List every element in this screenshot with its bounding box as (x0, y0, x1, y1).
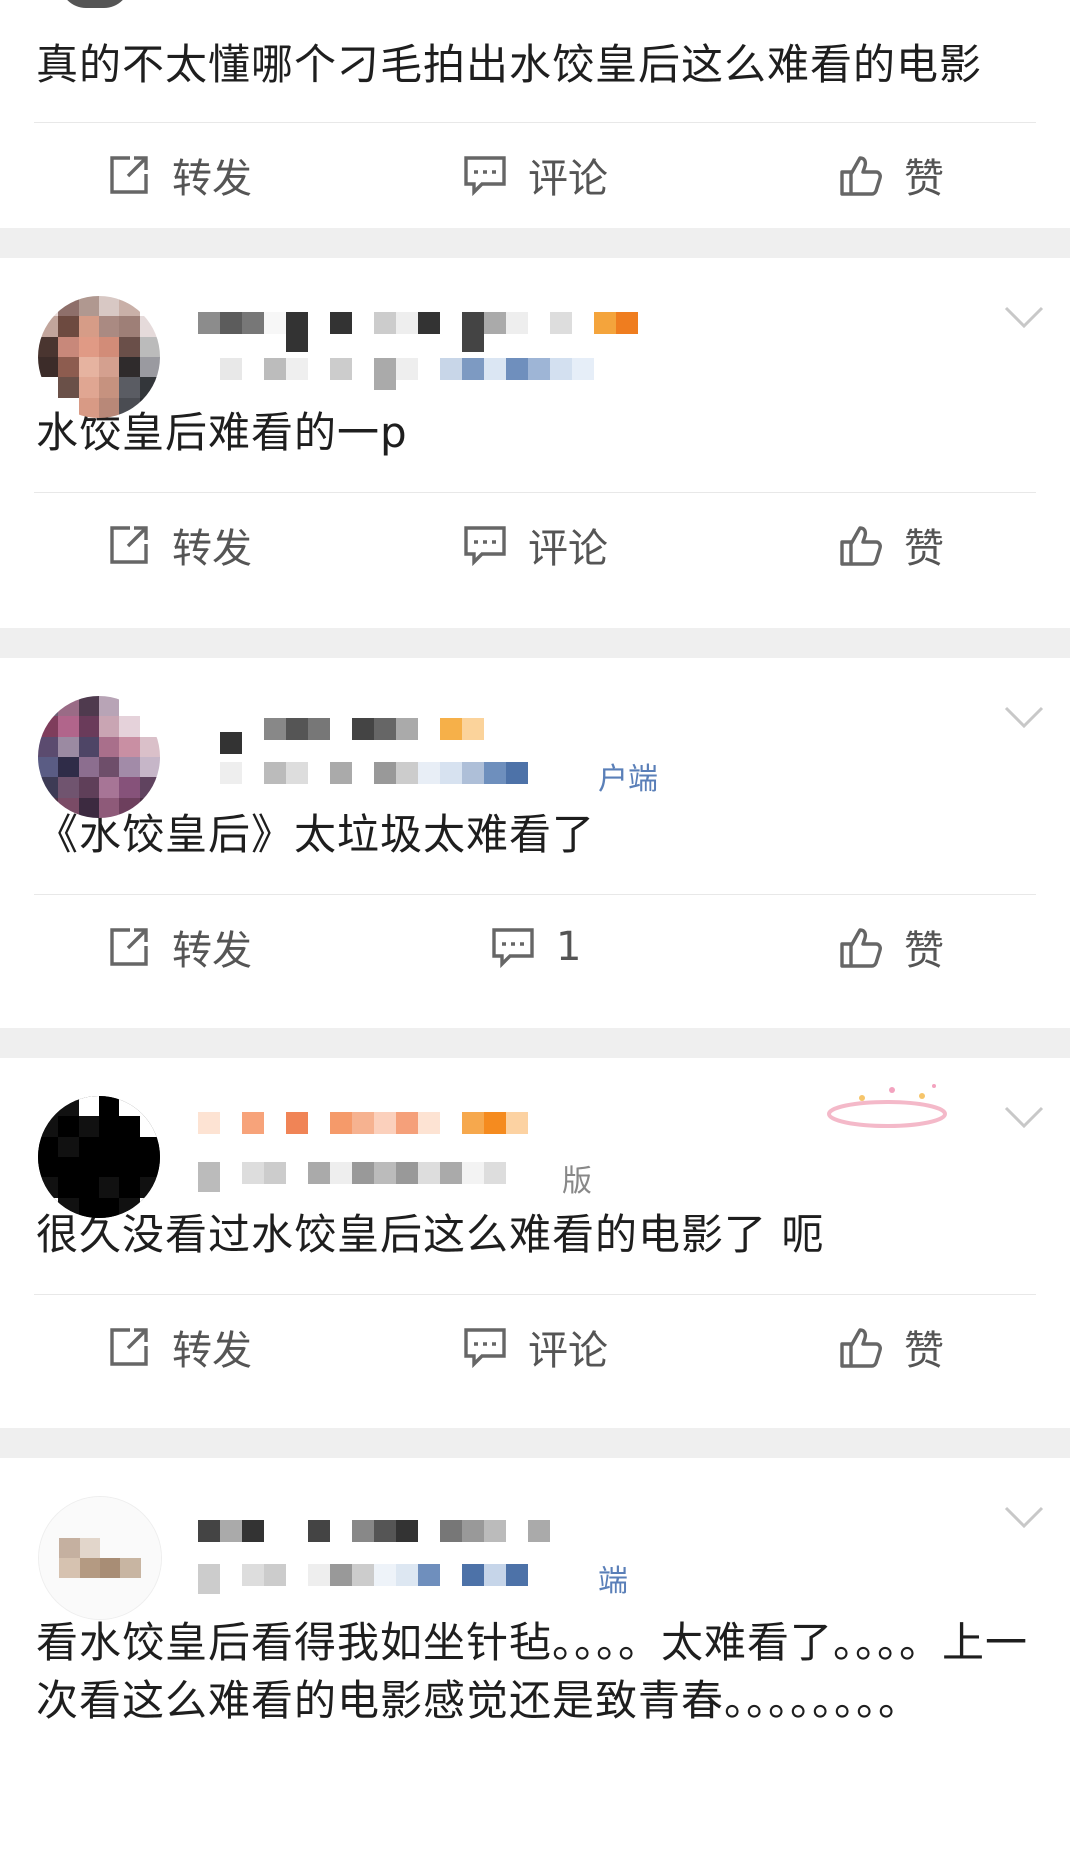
more-options[interactable] (1004, 306, 1044, 329)
comment-button[interactable]: 评论 (462, 1295, 608, 1399)
chevron-down-icon (1004, 706, 1044, 729)
comment-count: 1 (556, 924, 582, 970)
divider (0, 1428, 1070, 1458)
comment-icon (464, 526, 506, 567)
repost-label: 转发 (172, 526, 252, 572)
thumbs-up-icon (840, 156, 882, 196)
post-source: 端 (598, 1564, 628, 1599)
post-card: 版 很久没看过水饺皇后这么难看的电影了 呃 转发 评论 赞 (0, 1058, 1070, 1428)
action-bar: 转发 1 赞 (34, 894, 1036, 999)
weibo-feed: 真的不太懂哪个刁毛拍出水饺皇后这么难看的电影 转发 评论 赞 水饺皇后难看的一p… (0, 0, 1070, 1858)
repost-button[interactable]: 转发 (106, 895, 252, 999)
like-button[interactable]: 赞 (838, 123, 944, 227)
repost-button[interactable]: 转发 (106, 493, 252, 597)
post-content: 《水饺皇后》太垃圾太难看了 (36, 810, 596, 859)
divider (0, 1028, 1070, 1058)
like-label: 赞 (904, 928, 944, 974)
avatar[interactable] (38, 1096, 160, 1218)
comment-label: 评论 (528, 526, 608, 572)
username[interactable] (198, 312, 638, 352)
comment-label: 评论 (528, 156, 608, 202)
username[interactable] (198, 718, 484, 754)
chevron-down-icon (1004, 1506, 1044, 1529)
post-source: 版 (562, 1164, 592, 1199)
comment-button[interactable]: 1 (490, 895, 581, 999)
post-card: 户端 《水饺皇后》太垃圾太难看了 转发 1 赞 (0, 658, 1070, 1028)
repost-button[interactable]: 转发 (106, 1295, 252, 1399)
comment-icon (464, 156, 506, 197)
like-button[interactable]: 赞 (838, 895, 944, 999)
repost-icon (110, 526, 148, 564)
username[interactable] (198, 1112, 528, 1134)
avatar[interactable] (38, 296, 160, 418)
post-content: 水饺皇后难看的一p (36, 408, 408, 457)
username[interactable] (198, 1520, 550, 1542)
repost-icon (110, 1328, 148, 1366)
action-bar: 转发 评论 赞 (34, 1294, 1036, 1399)
divider (0, 628, 1070, 658)
comment-icon (492, 928, 534, 969)
more-options[interactable] (1004, 1106, 1044, 1129)
post-header: 版 (0, 1058, 1070, 1218)
repost-button[interactable]: 转发 (106, 123, 252, 227)
post-content: 真的不太懂哪个刁毛拍出水饺皇后这么难看的电影 (36, 40, 983, 89)
like-label: 赞 (904, 1328, 944, 1374)
post-header (0, 258, 1070, 418)
post-content: 很久没看过水饺皇后这么难看的电影了 呃 (36, 1210, 825, 1259)
more-options[interactable] (1004, 706, 1044, 729)
action-bar: 转发 评论 赞 (34, 122, 1036, 227)
comment-label: 评论 (528, 1328, 608, 1374)
post-meta (198, 358, 594, 390)
chevron-down-icon (1004, 1106, 1044, 1129)
post-source: 户端 (598, 762, 658, 797)
post-content: 看水饺皇后看得我如坐针毡。。。。太难看了。。。。上一次看这么难看的电影感觉还是致… (36, 1618, 1029, 1725)
post-card: 水饺皇后难看的一p 转发 评论 赞 (0, 258, 1070, 628)
post-meta (198, 1564, 528, 1594)
repost-label: 转发 (172, 1328, 252, 1374)
avatar[interactable] (38, 1496, 162, 1620)
post-meta (198, 1162, 506, 1192)
repost-label: 转发 (172, 156, 252, 202)
repost-label: 转发 (172, 928, 252, 974)
avatar[interactable] (38, 696, 160, 818)
like-button[interactable]: 赞 (838, 1295, 944, 1399)
like-button[interactable]: 赞 (838, 493, 944, 597)
post-card: 真的不太懂哪个刁毛拍出水饺皇后这么难看的电影 转发 评论 赞 (0, 0, 1070, 228)
post-header: 户端 (0, 658, 1070, 818)
post-card: 端 看水饺皇后看得我如坐针毡。。。。太难看了。。。。上一次看这么难看的电影感觉还… (0, 1458, 1070, 1858)
thumbs-up-icon (840, 928, 882, 968)
more-options[interactable] (1004, 1506, 1044, 1529)
repost-icon (110, 156, 148, 194)
repost-icon (110, 928, 148, 966)
divider (0, 228, 1070, 258)
like-label: 赞 (904, 156, 944, 202)
comment-icon (464, 1328, 506, 1369)
post-meta (198, 762, 528, 784)
decorative-sticker (822, 1076, 952, 1136)
thumbs-up-icon (840, 526, 882, 566)
chevron-down-icon (1004, 306, 1044, 329)
thumbs-up-icon (840, 1328, 882, 1368)
post-header: 端 (0, 1458, 1070, 1620)
comment-button[interactable]: 评论 (462, 123, 608, 227)
like-label: 赞 (904, 526, 944, 572)
comment-button[interactable]: 评论 (462, 493, 608, 597)
action-bar: 转发 评论 赞 (34, 492, 1036, 597)
